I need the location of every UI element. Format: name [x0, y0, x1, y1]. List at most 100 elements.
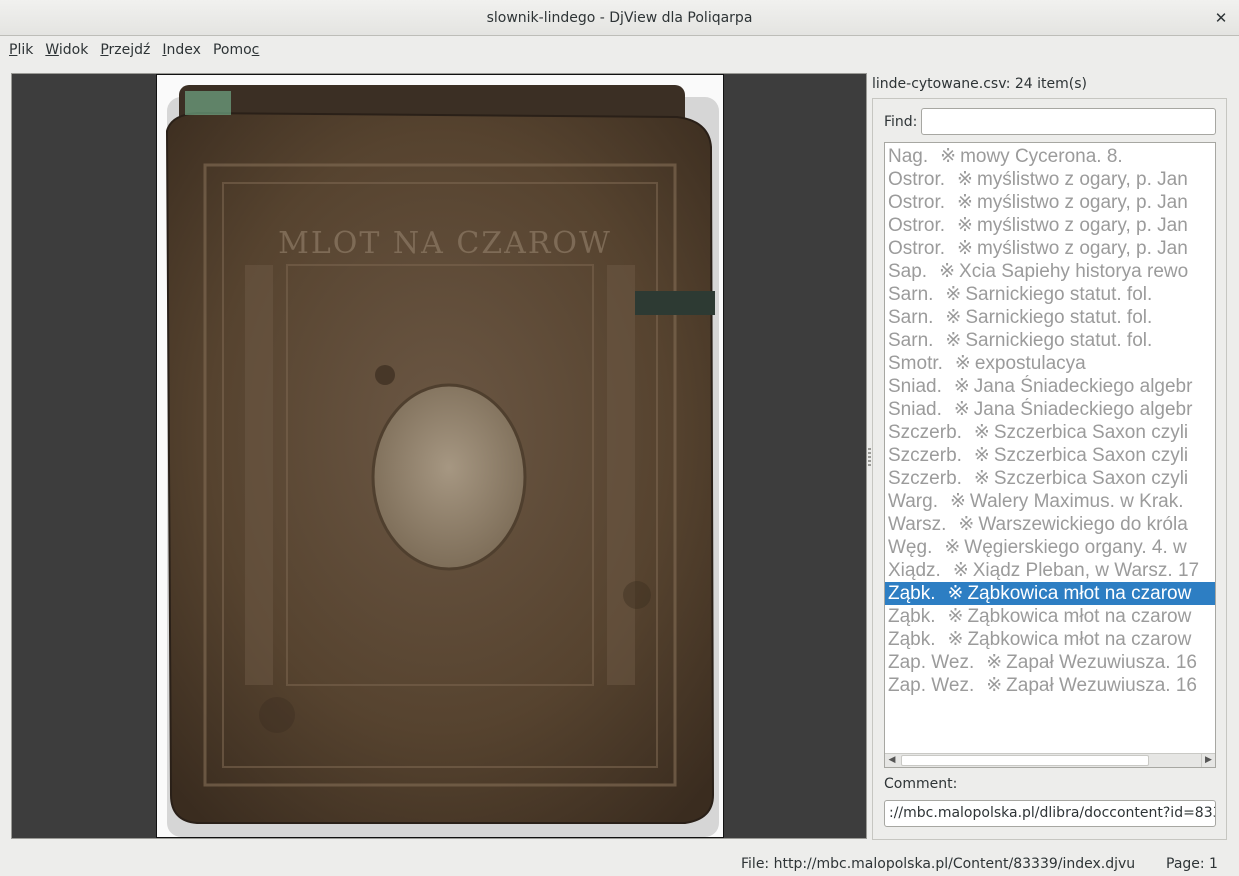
- list-item-text: mowy Cycerona. 8.: [960, 146, 1123, 167]
- list-item-text: Warszewickiego do króla: [978, 514, 1188, 535]
- reference-mark-icon: ※: [947, 629, 964, 650]
- list-item-abbr: Warg.: [888, 491, 938, 512]
- menu-help[interactable]: Pomoc: [207, 38, 265, 62]
- reference-mark-icon: ※: [939, 261, 956, 282]
- reference-mark-icon: ※: [986, 675, 1003, 696]
- menu-help-label: Pomo: [212, 42, 252, 58]
- list-item-text: myślistwo z ogary, p. Jan: [976, 169, 1188, 190]
- list-item[interactable]: Sarn. ※ Sarnickiego statut. fol.: [885, 306, 1215, 329]
- list-item[interactable]: Zap. Wez. ※ Zapał Wezuwiusza. 16: [885, 651, 1215, 674]
- list-item-abbr: Ostror.: [888, 169, 946, 190]
- reference-mark-icon: ※: [945, 330, 962, 351]
- list-item[interactable]: Sniad. ※ Jana Śniadeckiego algebr: [885, 398, 1215, 421]
- find-label: Find:: [884, 114, 918, 130]
- scrollbar-thumb[interactable]: [901, 755, 1149, 766]
- menu-go[interactable]: Przejdź: [94, 38, 156, 62]
- menu-go-mnemonic: P: [100, 42, 109, 58]
- reference-mark-icon: ※: [952, 560, 969, 581]
- list-item-text: Sarnickiego statut. fol.: [965, 284, 1153, 305]
- list-item[interactable]: Ostror. ※ myślistwo z ogary, p. Jan: [885, 168, 1215, 191]
- menu-view[interactable]: Widok: [39, 38, 94, 62]
- window-title: slownik-lindego - DjView dla Poliqarpa: [486, 10, 753, 26]
- horizontal-scrollbar[interactable]: ◀ ▶: [885, 753, 1215, 767]
- reference-mark-icon: ※: [986, 652, 1003, 673]
- list-item[interactable]: Xiądz. ※ Xiądz Pleban, w Warsz. 17: [885, 559, 1215, 582]
- reference-mark-icon: ※: [945, 307, 962, 328]
- reference-mark-icon: ※: [940, 146, 957, 167]
- list-item-text: Zapał Wezuwiusza. 16: [1006, 675, 1197, 696]
- list-item-abbr: Ząbk.: [888, 606, 936, 627]
- list-item[interactable]: Nag. ※ mowy Cycerona. 8.: [885, 145, 1215, 168]
- list-item[interactable]: Sarn. ※ Sarnickiego statut. fol.: [885, 329, 1215, 352]
- list-item[interactable]: Ostror. ※ myślistwo z ogary, p. Jan: [885, 214, 1215, 237]
- list-item-text: myślistwo z ogary, p. Jan: [976, 215, 1188, 236]
- list-item[interactable]: Sap. ※ Xcia Sapiehy historya rewo: [885, 260, 1215, 283]
- list-item[interactable]: Warg. ※ Walery Maximus. w Krak.: [885, 490, 1215, 513]
- list-item[interactable]: Węg. ※ Węgierskiego organy. 4. w: [885, 536, 1215, 559]
- list-item[interactable]: Szczerb. ※ Szczerbica Saxon czyli: [885, 444, 1215, 467]
- list-item-text: Węgierskiego organy. 4. w: [964, 537, 1187, 558]
- list-item[interactable]: Warsz. ※ Warszewickiego do króla: [885, 513, 1215, 536]
- list-item[interactable]: Ząbk. ※ Ząbkowica młot na czarow: [885, 605, 1215, 628]
- list-item-text: Szczerbica Saxon czyli: [993, 468, 1189, 489]
- reference-mark-icon: ※: [957, 238, 973, 259]
- close-icon[interactable]: ✕: [1211, 8, 1231, 28]
- list-item-abbr: Ząbk.: [888, 629, 936, 650]
- list-item-abbr: Sap.: [888, 261, 928, 282]
- list-item-abbr: Szczerb.: [888, 445, 962, 466]
- list-item[interactable]: Sarn. ※ Sarnickiego statut. fol.: [885, 283, 1215, 306]
- index-list[interactable]: Nag. ※ mowy Cycerona. 8. Ostror. ※ myślistwo …: [884, 142, 1216, 768]
- menu-index[interactable]: Index: [156, 38, 207, 62]
- list-item-abbr: Smotr.: [888, 353, 943, 374]
- list-item[interactable]: Ostror. ※ myślistwo z ogary, p. Jan: [885, 237, 1215, 260]
- menu-bar: Plik Widok Przejdź Index Pomoc: [0, 37, 1239, 63]
- list-item-text: myślistwo z ogary, p. Jan: [976, 192, 1188, 213]
- list-item-text: expostulacya: [974, 353, 1086, 374]
- scroll-right-icon[interactable]: ▶: [1201, 754, 1215, 767]
- list-item[interactable]: Smotr. ※ expostulacya: [885, 352, 1215, 375]
- list-item[interactable]: Szczerb. ※ Szczerbica Saxon czyli: [885, 421, 1215, 444]
- csv-title: linde-cytowane.csv: 24 item(s): [872, 76, 1087, 92]
- index-list-items: Nag. ※ mowy Cycerona. 8. Ostror. ※ myślistwo …: [885, 145, 1215, 697]
- list-item-abbr: Szczerb.: [888, 422, 962, 443]
- list-item[interactable]: Sniad. ※ Jana Śniadeckiego algebr: [885, 375, 1215, 398]
- list-item-abbr: Sniad.: [888, 399, 942, 420]
- list-item[interactable]: Ostror. ※ myślistwo z ogary, p. Jan: [885, 191, 1215, 214]
- list-item-abbr: Sarn.: [888, 284, 934, 305]
- reference-mark-icon: ※: [953, 376, 970, 397]
- status-file: File: http://mbc.malopolska.pl/Content/8…: [741, 856, 1136, 872]
- document-viewer[interactable]: MLOT NA CZAROW: [11, 73, 867, 839]
- list-item-abbr: Warsz.: [888, 514, 947, 535]
- list-item-text: Walery Maximus. w Krak.: [969, 491, 1184, 512]
- scroll-left-icon[interactable]: ◀: [885, 754, 899, 767]
- list-item-text: Xcia Sapiehy historya rewo: [959, 261, 1189, 282]
- list-item[interactable]: Szczerb. ※ Szczerbica Saxon czyli: [885, 467, 1215, 490]
- list-item[interactable]: Ząbk. ※ Ząbkowica młot na czarow: [885, 582, 1215, 605]
- list-item-abbr: Xiądz.: [888, 560, 941, 581]
- list-item-abbr: Szczerb.: [888, 468, 962, 489]
- reference-mark-icon: ※: [954, 353, 971, 374]
- panel-splitter[interactable]: [868, 448, 871, 468]
- reference-mark-icon: ※: [947, 583, 964, 604]
- reference-mark-icon: ※: [973, 422, 990, 443]
- list-item-abbr: Sarn.: [888, 330, 934, 351]
- menu-view-mnemonic: W: [45, 42, 59, 58]
- document-page[interactable]: MLOT NA CZAROW: [156, 74, 724, 838]
- reference-mark-icon: ※: [957, 169, 973, 190]
- comment-field[interactable]: ://mbc.malopolska.pl/dlibra/doccontent?i…: [884, 800, 1216, 827]
- list-item-text: Jana Śniadeckiego algebr: [973, 399, 1193, 420]
- reference-mark-icon: ※: [957, 192, 973, 213]
- menu-file[interactable]: Plik: [3, 38, 39, 62]
- book-cover-image: MLOT NA CZAROW: [165, 85, 719, 837]
- list-item-text: Ząbkowica młot na czarow: [967, 606, 1192, 627]
- find-input[interactable]: [921, 108, 1216, 135]
- list-item-abbr: Zap. Wez.: [888, 652, 975, 673]
- reference-mark-icon: ※: [947, 606, 964, 627]
- cover-title-text: MLOT NA CZAROW: [278, 226, 612, 261]
- list-item[interactable]: Ząbk. ※ Ząbkowica młot na czarow: [885, 628, 1215, 651]
- list-item-abbr: Zap. Wez.: [888, 675, 975, 696]
- list-item[interactable]: Zap. Wez. ※ Zapał Wezuwiusza. 16: [885, 674, 1215, 697]
- list-item-text: Szczerbica Saxon czyli: [993, 445, 1189, 466]
- reference-mark-icon: ※: [973, 445, 990, 466]
- reference-mark-icon: ※: [953, 399, 970, 420]
